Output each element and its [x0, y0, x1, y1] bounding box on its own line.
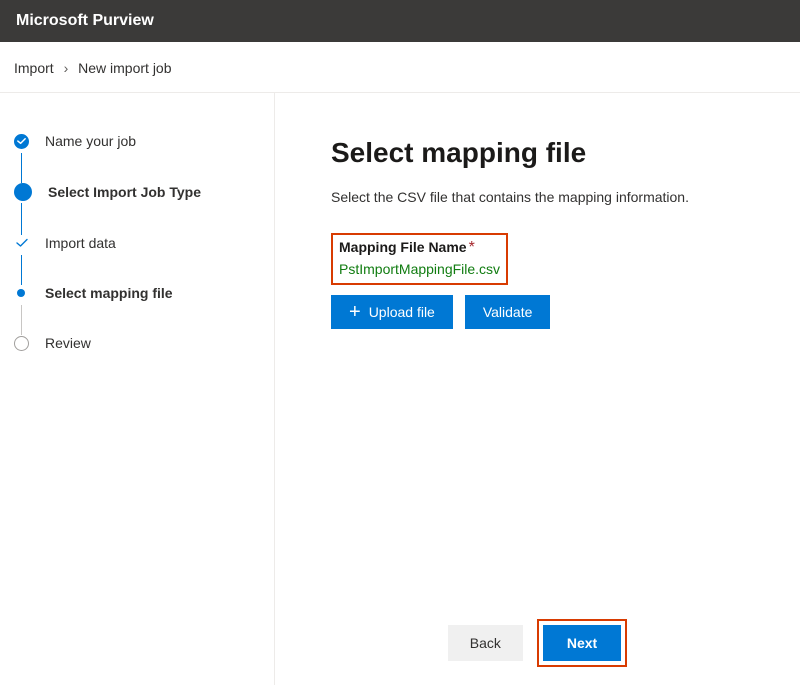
breadcrumb: Import › New import job	[0, 42, 800, 92]
step-pending-icon	[14, 336, 29, 351]
mapping-file-name: PstImportMappingFile.csv	[339, 261, 500, 277]
wizard-steps-sidebar: Name your job Select Import Job Type Imp…	[0, 93, 275, 685]
checkmark-icon	[14, 134, 29, 149]
required-indicator: *	[469, 239, 475, 256]
wizard-footer: Back Next	[275, 619, 800, 667]
checkmark-outline-icon	[14, 236, 29, 251]
step-import-data[interactable]: Import data	[14, 235, 260, 285]
step-current-icon	[14, 183, 32, 201]
validate-label: Validate	[483, 304, 533, 320]
upload-file-label: Upload file	[369, 304, 435, 320]
back-button[interactable]: Back	[448, 625, 523, 661]
page-title: Select mapping file	[331, 137, 780, 169]
main-panel: Select mapping file Select the CSV file …	[275, 93, 800, 685]
upload-file-button[interactable]: + Upload file	[331, 295, 453, 329]
next-button-highlight: Next	[537, 619, 627, 667]
step-name-your-job[interactable]: Name your job	[14, 133, 260, 183]
app-header: Microsoft Purview	[0, 0, 800, 42]
chevron-right-icon: ›	[64, 60, 69, 76]
step-label: Review	[45, 335, 91, 351]
step-label: Import data	[45, 235, 116, 251]
breadcrumb-root[interactable]: Import	[14, 60, 54, 76]
validate-button[interactable]: Validate	[465, 295, 551, 329]
step-label: Select mapping file	[45, 285, 173, 301]
mapping-file-label: Mapping File Name	[339, 239, 467, 255]
next-button[interactable]: Next	[543, 625, 621, 661]
step-label: Name your job	[45, 133, 136, 149]
breadcrumb-current: New import job	[78, 60, 171, 76]
page-description: Select the CSV file that contains the ma…	[331, 189, 780, 205]
plus-icon: +	[349, 305, 361, 319]
step-select-import-job-type[interactable]: Select Import Job Type	[14, 183, 260, 235]
step-label: Select Import Job Type	[48, 184, 201, 200]
app-title: Microsoft Purview	[16, 12, 154, 29]
content-area: Name your job Select Import Job Type Imp…	[0, 93, 800, 685]
step-select-mapping-file[interactable]: Select mapping file	[14, 285, 260, 335]
step-review[interactable]: Review	[14, 335, 260, 351]
mapping-file-highlight: Mapping File Name* PstImportMappingFile.…	[331, 233, 508, 285]
step-active-dot-icon	[17, 289, 25, 297]
